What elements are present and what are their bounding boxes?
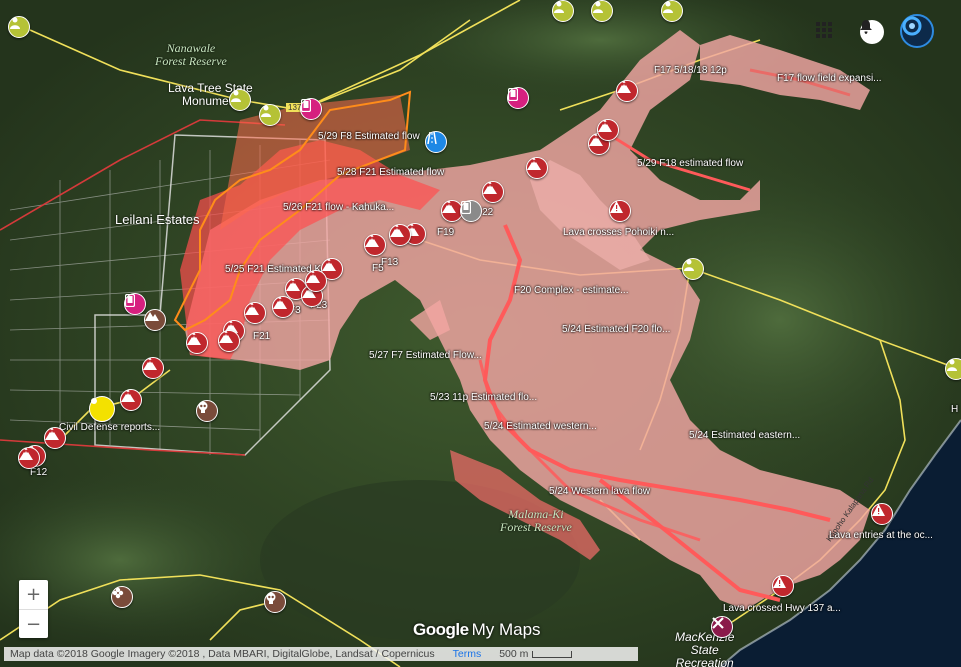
skull-marker[interactable]	[196, 400, 218, 422]
volcano-icon	[598, 120, 612, 132]
google-my-maps-logo: Google My Maps	[413, 620, 541, 640]
warning-marker[interactable]	[772, 575, 794, 597]
shelter-marker[interactable]	[259, 104, 281, 126]
zoom-control: + −	[19, 580, 48, 638]
shelter-marker[interactable]	[682, 258, 704, 280]
person-icon	[593, 1, 603, 13]
terms-link[interactable]: Terms	[453, 648, 482, 660]
volcano-icon	[286, 279, 300, 291]
warning-icon	[610, 201, 623, 213]
fissure-marker[interactable]	[18, 447, 40, 469]
fissure-marker[interactable]	[616, 80, 638, 102]
person-icon	[10, 17, 20, 29]
zoom-in-button[interactable]: +	[19, 580, 48, 609]
shelter-marker[interactable]	[591, 0, 613, 22]
flower-icon	[112, 587, 124, 599]
map-canvas[interactable]: Nanawale Forest Reserve Lava Tree State Mo…	[0, 0, 961, 667]
civil-defense-marker[interactable]	[89, 396, 115, 422]
fissure-marker[interactable]	[244, 302, 266, 324]
fissure-marker[interactable]	[142, 357, 164, 379]
map-imagery	[0, 0, 961, 667]
poi-marker[interactable]	[111, 586, 133, 608]
place-malama-ki-forest-reserve: Malama-Ki Forest Reserve	[500, 507, 572, 534]
shelter-marker[interactable]	[8, 16, 30, 38]
fissure-marker[interactable]	[364, 234, 386, 256]
volcano-icon	[617, 81, 631, 93]
volcano-icon	[483, 182, 497, 194]
mountain-marker[interactable]	[144, 309, 166, 331]
fissure-marker[interactable]	[305, 270, 327, 292]
fissure-marker[interactable]	[120, 389, 142, 411]
attribution-text: Map data ©2018 Google Imagery ©2018 , Da…	[10, 648, 435, 660]
person-icon	[684, 259, 694, 271]
volcano-icon	[442, 201, 456, 213]
fissure-marker[interactable]	[597, 119, 619, 141]
info-marker[interactable]	[460, 200, 482, 222]
fissure-marker[interactable]	[272, 296, 294, 318]
phone-icon	[508, 88, 518, 101]
person-icon	[554, 1, 564, 13]
volcano-icon	[365, 235, 379, 247]
zoom-out-button[interactable]: −	[19, 609, 48, 639]
apps-grid-icon[interactable]	[816, 22, 836, 42]
road-icon	[427, 132, 437, 144]
fissure-marker[interactable]	[526, 157, 548, 179]
volcano-icon	[45, 428, 59, 440]
volcano-icon	[390, 225, 404, 237]
phone-icon	[125, 294, 135, 307]
google-wordmark: Google	[413, 620, 469, 639]
notifications-bell-icon[interactable]	[860, 20, 884, 44]
person-icon	[947, 359, 957, 371]
phone-icon	[461, 201, 471, 214]
volcano-icon	[322, 259, 336, 271]
volcano-icon	[19, 448, 33, 460]
person-icon	[231, 90, 241, 102]
info-marker[interactable]	[507, 87, 529, 109]
fissure-marker[interactable]	[186, 332, 208, 354]
fissure-marker[interactable]	[482, 181, 504, 203]
info-marker[interactable]	[124, 293, 146, 315]
shelter-marker[interactable]	[945, 358, 961, 380]
map-attribution: Map data ©2018 Google Imagery ©2018 , Da…	[4, 647, 638, 661]
user-avatar[interactable]	[900, 14, 934, 48]
warning-marker[interactable]	[871, 503, 893, 525]
dot-icon	[91, 398, 97, 404]
closure-marker[interactable]	[711, 616, 733, 638]
warning-icon	[872, 504, 885, 516]
volcano-icon	[187, 333, 201, 345]
skull-icon	[266, 592, 276, 604]
person-icon	[663, 1, 673, 13]
place-nanawale-forest-reserve: Nanawale Forest Reserve	[155, 41, 227, 68]
scale-bar: 500 m	[499, 648, 573, 660]
shelter-marker[interactable]	[661, 0, 683, 22]
volcano-icon	[306, 271, 320, 283]
info-marker[interactable]	[300, 98, 322, 120]
volcano-icon	[527, 158, 541, 170]
close-icon	[712, 617, 724, 629]
road-marker[interactable]	[425, 131, 447, 153]
shelter-marker[interactable]	[229, 89, 251, 111]
my-maps-wordmark: My Maps	[471, 620, 541, 639]
warning-marker[interactable]	[609, 200, 631, 222]
person-icon	[261, 105, 271, 117]
mountain-icon	[145, 312, 159, 321]
volcano-icon	[273, 297, 287, 309]
volcano-icon	[143, 358, 157, 370]
fissure-marker[interactable]	[44, 427, 66, 449]
scale-bar-graphic	[532, 650, 573, 658]
volcano-icon	[121, 390, 135, 402]
place-leilani-estates: Leilani Estates	[115, 212, 200, 227]
scale-label: 500 m	[499, 648, 529, 660]
fissure-marker[interactable]	[389, 224, 411, 246]
phone-icon	[301, 99, 311, 112]
volcano-icon	[219, 331, 233, 343]
warning-icon	[773, 576, 786, 588]
shelter-marker[interactable]	[552, 0, 574, 22]
skull-marker[interactable]	[264, 591, 286, 613]
fissure-marker[interactable]	[218, 330, 240, 352]
volcano-icon	[245, 303, 259, 315]
skull-icon	[198, 401, 208, 413]
